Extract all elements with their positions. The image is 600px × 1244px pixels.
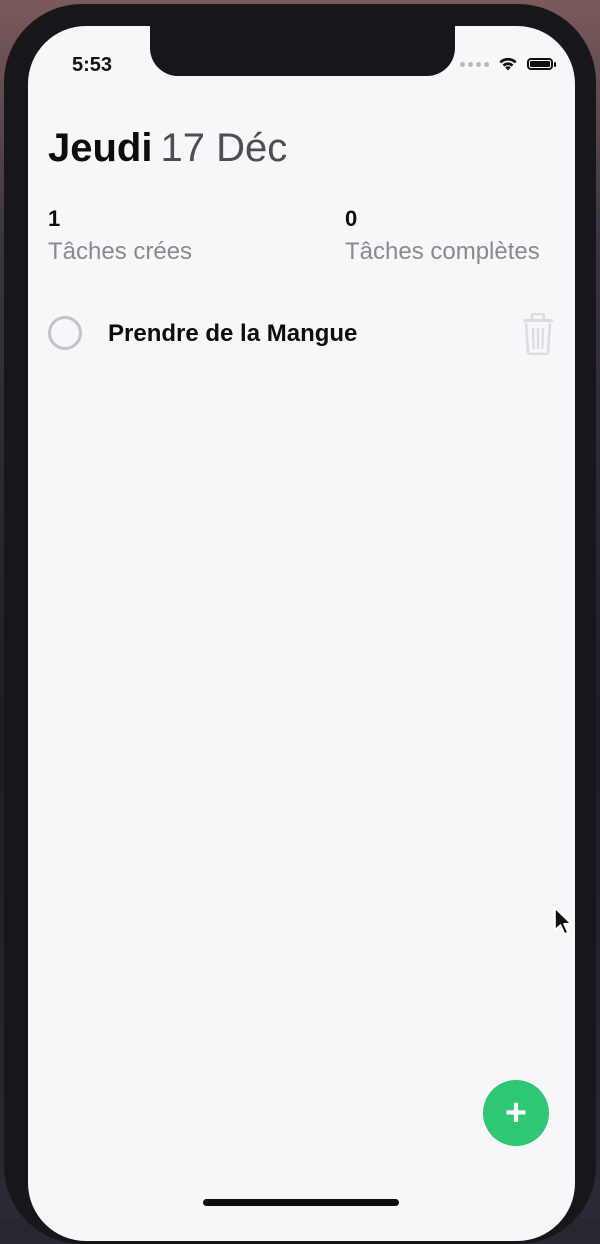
stat-completed-label: Tâches complètes [345,238,540,265]
signal-dots-icon [460,61,489,67]
task-item[interactable]: Prendre de la Mangue [46,311,556,359]
phone-frame: 5:53 Jeudi 17 Déc 1 Tâches crées 0 Tâches… [4,4,596,1244]
status-time: 5:53 [72,54,113,76]
page-title: Jeudi 17 Déc [48,126,287,171]
home-indicator[interactable] [203,1199,399,1206]
stat-created: 1 Tâches crées [48,206,192,266]
status-icons [460,56,556,72]
stat-completed: 0 Tâches complètes [345,206,540,266]
plus-icon: + [504,1091,528,1134]
stat-created-label: Tâches crées [48,238,193,265]
task-title: Prendre de la Mangue [108,320,358,347]
notch [150,26,455,76]
stat-created-value: 1 [48,206,61,231]
trash-icon[interactable] [520,313,556,355]
date-label: 17 Déc [160,126,288,170]
task-checkbox[interactable] [48,316,82,350]
battery-icon [527,58,556,70]
wifi-icon [499,57,517,71]
day-label: Jeudi [48,126,153,170]
mouse-cursor-icon [554,907,572,935]
add-task-button[interactable]: + [483,1080,549,1146]
stat-completed-value: 0 [345,206,358,231]
app-screen: 5:53 Jeudi 17 Déc 1 Tâches crées 0 Tâches… [28,26,575,1241]
